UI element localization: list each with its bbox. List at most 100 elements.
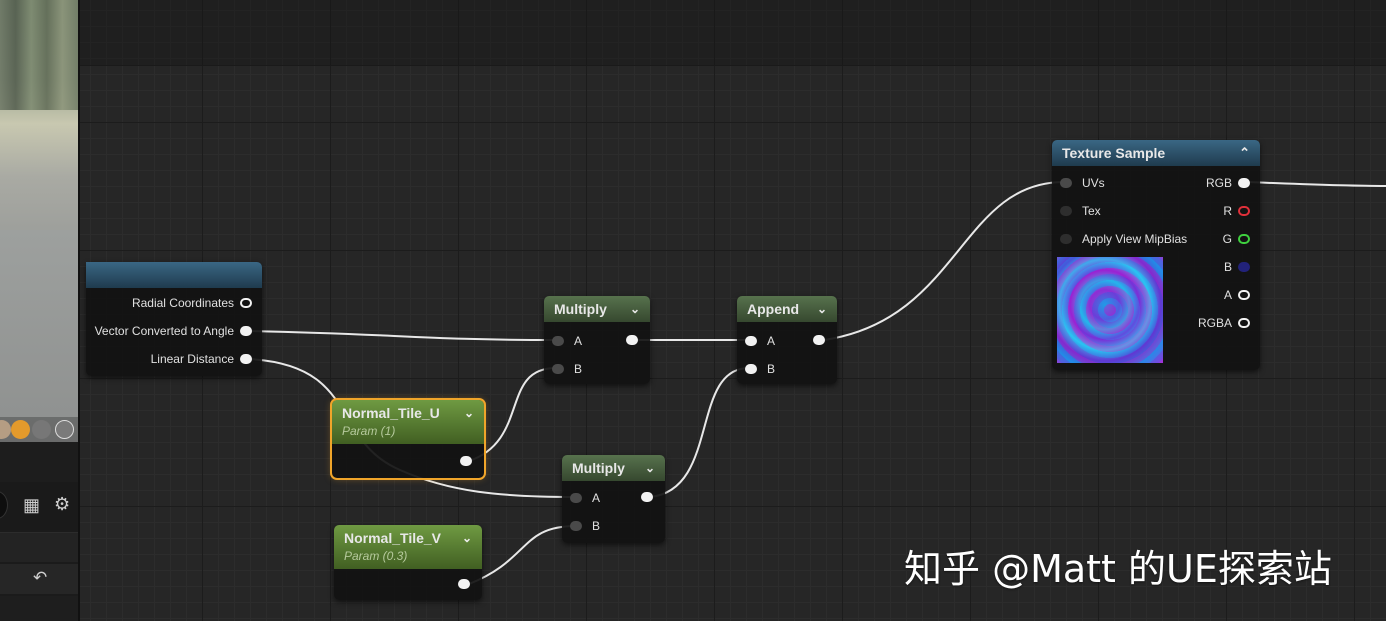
multiply-2-input-b[interactable]: B	[570, 519, 600, 533]
multiply-2-output-pin[interactable]	[641, 492, 653, 502]
linear-distance-output[interactable]: Linear Distance	[151, 352, 252, 366]
output-pin-icon[interactable]	[240, 354, 252, 364]
texture-output-r[interactable]: R	[1223, 204, 1250, 218]
watermark: 知乎 @Matt 的UE探索站	[904, 547, 1332, 591]
multiply-1-output-pin[interactable]	[626, 335, 638, 345]
pin-label: Vector Converted to Angle	[94, 324, 234, 338]
texture-output-a[interactable]: A	[1224, 288, 1250, 302]
output-pin-icon[interactable]	[1238, 318, 1250, 328]
pin-label: RGBA	[1197, 316, 1232, 330]
node-subtitle: Param (0.3)	[344, 549, 408, 563]
output-pin-icon[interactable]	[240, 298, 252, 308]
viewport-ground	[0, 230, 78, 442]
graph-top-strip	[80, 0, 1386, 66]
pin-label: Radial Coordinates	[131, 296, 234, 310]
radial-coordinates-output[interactable]: Radial Coordinates	[132, 296, 252, 310]
input-pin-icon[interactable]	[745, 336, 757, 346]
chevron-down-icon[interactable]: ⌄	[630, 302, 640, 316]
append-output-pin[interactable]	[813, 335, 825, 345]
input-pin-icon[interactable]	[1060, 234, 1072, 244]
texture-output-rgb[interactable]: RGB	[1206, 176, 1250, 190]
normal-tile-u-node[interactable]: Normal_Tile_U Param (1) ⌄	[330, 398, 486, 480]
output-pin-icon[interactable]	[1238, 262, 1250, 272]
multiply-node-2[interactable]: Multiply ⌄ A B	[562, 455, 665, 543]
gear-icon[interactable]: ⚙	[54, 494, 70, 515]
pin-label: A	[592, 491, 601, 505]
texture-input-uvs[interactable]: UVs	[1060, 176, 1105, 190]
preview-viewport[interactable]	[0, 0, 78, 442]
pin-label: A	[767, 334, 776, 348]
input-pin-icon[interactable]	[745, 364, 757, 374]
output-pin-icon[interactable]	[1238, 234, 1250, 244]
texture-output-rgba[interactable]: RGBA	[1198, 316, 1250, 330]
chevron-down-icon[interactable]: ⌄	[462, 531, 472, 545]
output-pin-icon[interactable]	[1238, 290, 1250, 300]
input-pin-icon[interactable]	[1060, 206, 1072, 216]
coordinate-node[interactable]: Radial Coordinates Vector Converted to A…	[86, 262, 262, 376]
input-pin-icon[interactable]	[552, 336, 564, 346]
texture-output-b[interactable]: B	[1224, 260, 1250, 274]
output-pin-icon[interactable]	[1238, 206, 1250, 216]
panel-row-empty	[0, 532, 78, 562]
input-pin-icon[interactable]	[570, 493, 582, 503]
panel-footer	[0, 596, 78, 621]
texture-input-tex[interactable]: Tex	[1060, 204, 1101, 218]
preview-cylinder-icon[interactable]	[32, 420, 51, 439]
node-title: Multiply	[572, 460, 625, 476]
pin-label: Linear Distance	[150, 352, 234, 366]
input-pin-icon[interactable]	[552, 364, 564, 374]
multiply-1-input-b[interactable]: B	[552, 362, 582, 376]
search-input-edge[interactable]	[0, 491, 8, 519]
normal-tile-v-output-pin[interactable]	[458, 579, 470, 589]
chevron-down-icon[interactable]: ⌄	[645, 461, 655, 475]
pin-label: UVs	[1082, 176, 1105, 190]
undo-icon[interactable]: ↶	[33, 568, 47, 588]
panel-spacer	[0, 442, 78, 482]
coordinate-node-header	[86, 262, 262, 288]
pin-label: B	[1223, 260, 1232, 274]
pin-label: R	[1223, 204, 1232, 218]
multiply-1-input-a[interactable]: A	[552, 334, 582, 348]
node-title: Multiply	[554, 301, 607, 317]
append-input-a[interactable]: A	[745, 334, 775, 348]
multiply-node-2-header: Multiply ⌄	[562, 455, 665, 481]
chevron-down-icon[interactable]: ⌄	[817, 302, 827, 316]
table-icon[interactable]: ▦	[23, 495, 40, 516]
normal-tile-u-header: Normal_Tile_U Param (1)	[332, 400, 484, 444]
pin-label: A	[1223, 288, 1232, 302]
pin-label: A	[574, 334, 583, 348]
node-title: Normal_Tile_V	[344, 530, 442, 546]
texture-preview-pattern	[1057, 257, 1163, 363]
chevron-up-icon[interactable]: ⌃	[1239, 145, 1250, 161]
node-title: Append	[747, 301, 800, 317]
append-node[interactable]: Append ⌄ A B	[737, 296, 837, 384]
viewport-background	[0, 0, 78, 110]
pin-label: G	[1222, 232, 1232, 246]
texture-output-g[interactable]: G	[1223, 232, 1250, 246]
append-node-header: Append ⌄	[737, 296, 837, 322]
normal-tile-v-header: Normal_Tile_V Param (0.3)	[334, 525, 482, 569]
texture-input-mipbias[interactable]: Apply View MipBias	[1060, 232, 1187, 246]
undo-row: ↶	[0, 564, 78, 594]
pin-label: B	[767, 362, 776, 376]
output-pin-icon[interactable]	[1238, 178, 1250, 188]
texture-preview-thumbnail	[1057, 257, 1163, 363]
details-toolbar: ▦ ⚙	[0, 482, 78, 530]
pin-label: RGB	[1205, 176, 1232, 190]
node-title: Normal_Tile_U	[342, 405, 440, 421]
vector-angle-output[interactable]: Vector Converted to Angle	[95, 324, 252, 338]
output-pin-icon[interactable]	[240, 326, 252, 336]
normal-tile-u-output-pin[interactable]	[460, 456, 472, 466]
chevron-down-icon[interactable]: ⌄	[464, 406, 474, 420]
input-pin-icon[interactable]	[1060, 178, 1072, 188]
left-panel: ▦ ⚙ ↶	[0, 0, 80, 621]
input-pin-icon[interactable]	[570, 521, 582, 531]
node-title: Texture Sample	[1062, 145, 1166, 161]
preview-sphere-icon[interactable]	[11, 420, 30, 439]
normal-tile-v-node[interactable]: Normal_Tile_V Param (0.3) ⌄	[334, 525, 482, 600]
preview-custom-mesh-icon[interactable]	[55, 420, 74, 439]
append-input-b[interactable]: B	[745, 362, 775, 376]
pin-label: B	[574, 362, 583, 376]
multiply-2-input-a[interactable]: A	[570, 491, 600, 505]
multiply-node-1[interactable]: Multiply ⌄ A B	[544, 296, 650, 384]
